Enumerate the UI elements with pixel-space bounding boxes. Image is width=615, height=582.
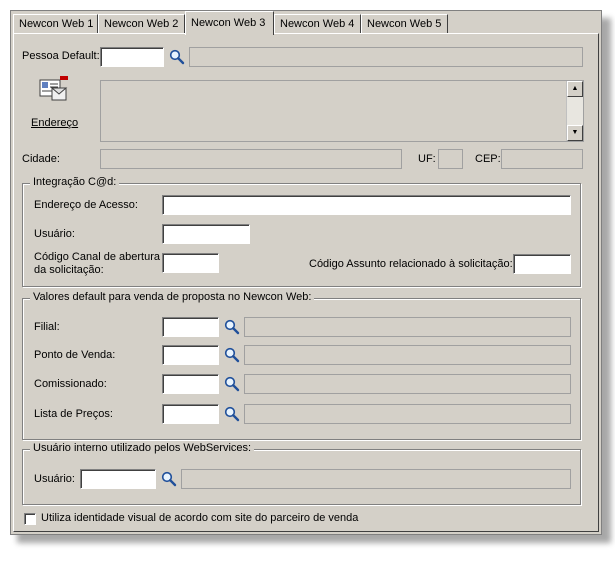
integracao-usuario-label: Usuário: <box>34 228 75 240</box>
codigo-canal-label-line1: Código Canal de abertura <box>34 251 160 263</box>
lista-precos-display <box>244 404 571 424</box>
cidade-display <box>100 149 402 169</box>
tab-bar: Newcon Web 1 Newcon Web 2 Newcon Web 3 N… <box>11 11 601 35</box>
identidade-visual-label[interactable]: Utiliza identidade visual de acordo com … <box>41 512 358 525</box>
tab-newcon-web-1[interactable]: Newcon Web 1 <box>13 14 98 33</box>
ponto-venda-label: Ponto de Venda: <box>34 349 116 361</box>
endereco-acesso-label: Endereço de Acesso: <box>34 199 138 211</box>
endereco-scrollbar[interactable]: ▲ ▼ <box>566 81 583 141</box>
lista-precos-search-icon[interactable] <box>224 406 240 422</box>
pessoa-default-label: Pessoa Default: <box>22 50 100 62</box>
filial-search-icon[interactable] <box>224 319 240 335</box>
usuario-interno-input[interactable] <box>80 469 156 489</box>
pessoa-search-icon[interactable] <box>169 49 185 65</box>
usuario-interno-search-icon[interactable] <box>161 471 177 487</box>
ponto-venda-display <box>244 345 571 365</box>
cep-display <box>501 149 583 169</box>
scroll-up-button[interactable]: ▲ <box>567 81 583 97</box>
lista-precos-label: Lista de Preços: <box>34 408 113 420</box>
tab-newcon-web-2[interactable]: Newcon Web 2 <box>98 14 185 33</box>
uf-display <box>438 149 463 169</box>
identidade-visual-checkbox[interactable] <box>24 513 36 525</box>
tab-newcon-web-3[interactable]: Newcon Web 3 <box>185 11 274 35</box>
ponto-venda-search-icon[interactable] <box>224 347 240 363</box>
usuario-interno-label: Usuário: <box>34 473 75 485</box>
filial-display <box>244 317 571 337</box>
settings-window: Newcon Web 1 Newcon Web 2 Newcon Web 3 N… <box>10 10 602 535</box>
pessoa-default-input[interactable] <box>100 47 164 67</box>
codigo-assunto-label: Código Assunto relacionado à solicitação… <box>309 258 513 270</box>
ponto-venda-input[interactable] <box>162 345 219 365</box>
endereco-textarea: ▲ ▼ <box>100 80 584 142</box>
valores-title: Valores default para venda de proposta n… <box>30 291 315 303</box>
scroll-down-button[interactable]: ▼ <box>567 125 583 141</box>
comissionado-input[interactable] <box>162 374 219 394</box>
cep-label: CEP: <box>475 153 501 165</box>
comissionado-label: Comissionado: <box>34 378 107 390</box>
address-card-icon[interactable] <box>38 74 70 104</box>
lista-precos-input[interactable] <box>162 404 219 424</box>
tab-newcon-web-4[interactable]: Newcon Web 4 <box>274 14 361 33</box>
uf-label: UF: <box>418 153 436 165</box>
comissionado-display <box>244 374 571 394</box>
usuario-interno-title: Usuário interno utilizado pelos WebServi… <box>30 442 255 454</box>
filial-label: Filial: <box>34 321 60 333</box>
endereco-acesso-input[interactable] <box>162 195 571 215</box>
cidade-label: Cidade: <box>22 153 60 165</box>
tab-newcon-web-5[interactable]: Newcon Web 5 <box>361 14 448 33</box>
endereco-label[interactable]: Endereço <box>31 117 78 130</box>
integracao-usuario-input[interactable] <box>162 224 250 244</box>
codigo-canal-label-line2: da solicitação: <box>34 264 104 276</box>
tab-panel: Pessoa Default: Endereço ▲ ▼ Cidade: UF:… <box>13 33 599 532</box>
pessoa-name-display <box>189 47 583 67</box>
codigo-canal-input[interactable] <box>162 253 219 273</box>
integracao-title: Integração C@d: <box>30 176 120 188</box>
usuario-interno-display <box>181 469 571 489</box>
codigo-assunto-input[interactable] <box>513 254 571 274</box>
filial-input[interactable] <box>162 317 219 337</box>
comissionado-search-icon[interactable] <box>224 376 240 392</box>
